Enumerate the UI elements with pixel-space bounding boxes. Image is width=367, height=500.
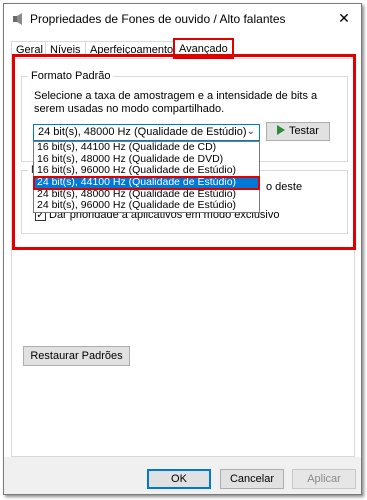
dropdown-option[interactable]: 16 bit(s), 44100 Hz (Qualidade de CD): [34, 141, 259, 154]
chevron-down-icon: ⌄: [246, 126, 255, 137]
dropdown-option[interactable]: 24 bit(s), 96000 Hz (Qualidade de Estúdi…: [34, 200, 259, 212]
allow-exclusive-label-tail: o deste: [266, 181, 303, 193]
dropdown-option-highlighted[interactable]: 24 bit(s), 44100 Hz (Qualidade de Estúdi…: [33, 176, 260, 190]
apply-button[interactable]: Aplicar: [292, 469, 356, 489]
ok-button[interactable]: OK: [147, 469, 211, 489]
test-button[interactable]: Testar: [266, 122, 330, 141]
title-bar: Propriedades de Fones de ouvido / Alto f…: [4, 4, 361, 34]
cancel-button[interactable]: Cancelar: [220, 469, 284, 489]
close-button[interactable]: ✕: [333, 8, 355, 28]
test-button-label: Testar: [288, 125, 319, 137]
window-title: Propriedades de Fones de ouvido / Alto f…: [30, 12, 286, 26]
sample-rate-selected-value: 24 bit(s), 48000 Hz (Qualidade de Estúdi…: [38, 126, 247, 138]
tab-geral[interactable]: Geral: [11, 41, 48, 59]
play-icon: [277, 125, 286, 135]
default-format-label: Formato Padrão: [28, 70, 114, 82]
sample-rate-dropdown-list: 16 bit(s), 44100 Hz (Qualidade de CD) 16…: [33, 141, 260, 213]
speaker-icon: [13, 13, 22, 25]
tab-niveis[interactable]: Níveis: [45, 41, 86, 59]
restore-defaults-button[interactable]: Restaurar Padrões: [23, 346, 130, 366]
dialog-footer: OK Cancelar Aplicar: [4, 457, 361, 494]
default-format-description: Selecione a taxa de amostragem e a inten…: [34, 90, 318, 115]
tab-avancado[interactable]: Avançado: [173, 38, 234, 59]
dialog-window: Propriedades de Fones de ouvido / Alto f…: [3, 3, 362, 495]
tab-aperfeicoamentos[interactable]: Aperfeiçoamentos: [85, 41, 184, 59]
sample-rate-select[interactable]: 24 bit(s), 48000 Hz (Qualidade de Estúdi…: [33, 124, 260, 141]
